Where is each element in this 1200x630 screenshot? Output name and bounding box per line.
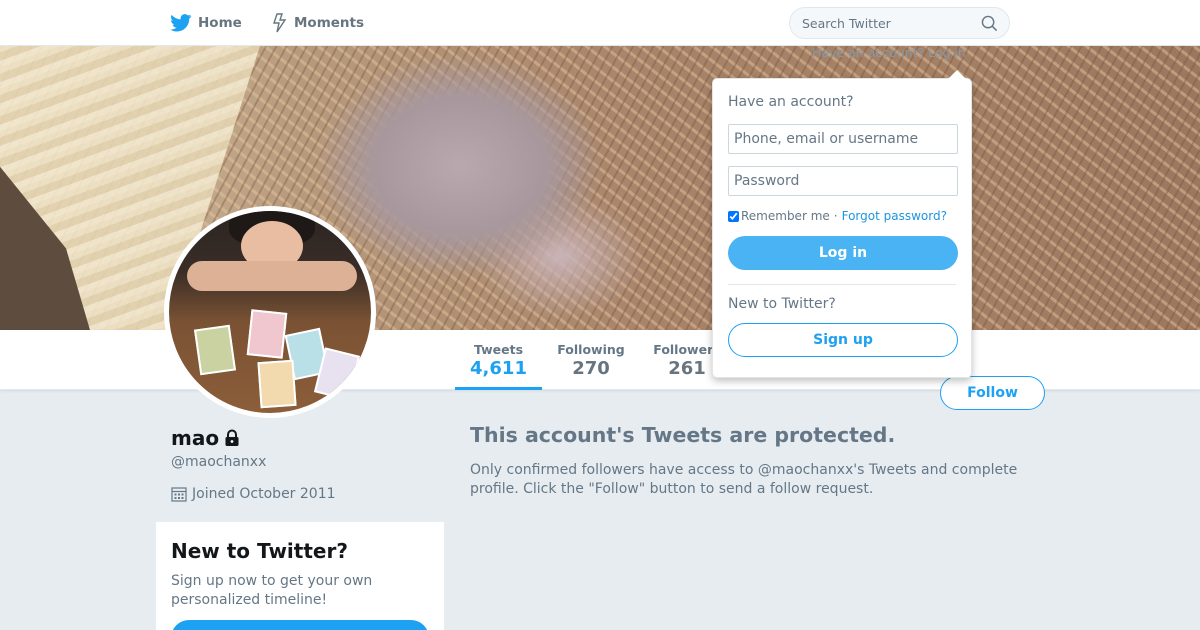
calendar-icon [171,487,187,502]
username-field[interactable] [728,124,958,154]
search-box [789,7,1010,39]
login-hint-text[interactable]: Have an account? Log in [812,45,966,60]
dropdown-caret [948,70,966,79]
protected-body: Only confirmed followers have access to … [470,462,1018,497]
signup-card-button[interactable] [171,620,429,630]
avatar[interactable] [164,206,376,418]
lightning-icon [273,13,287,33]
search-icon[interactable] [981,15,998,32]
dropdown-divider [728,284,956,285]
remember-me-checkbox[interactable] [728,210,739,222]
avatar-photo-card [257,359,297,409]
protected-title: This account's Tweets are protected. [470,423,896,447]
stat-tweets[interactable]: Tweets 4,611 [455,330,542,390]
profile-joined: Joined October 2011 [171,486,336,502]
new-to-twitter-label: New to Twitter? [728,296,836,312]
nav-home[interactable]: Home [170,0,242,46]
remember-separator: · [833,209,838,223]
remember-row: Remember me · Forgot password? [728,209,956,223]
login-heading: Have an account? [728,94,854,110]
avatar-arms-shape [187,261,357,291]
profile-joined-text: Joined October 2011 [192,486,336,502]
profile-name: mao [171,426,241,450]
profile-handle[interactable]: @maochanxx [171,454,266,470]
signup-card-body: Sign up now to get your own personalized… [171,573,373,608]
stat-tweets-label: Tweets [473,342,524,357]
signup-button[interactable]: Sign up [728,323,958,357]
nav-home-label: Home [198,15,242,31]
avatar-photo-card [193,324,237,376]
stat-tweets-value: 4,611 [470,358,527,379]
search-input[interactable] [802,8,977,38]
login-button[interactable]: Log in [728,236,958,270]
login-dropdown: Have an account? Remember me · Forgot pa… [712,70,972,378]
forgot-password-link[interactable]: Forgot password? [842,209,947,223]
stat-following[interactable]: Following 270 [550,330,632,390]
nav-moments-label: Moments [294,15,365,31]
bird-icon [170,14,192,32]
profile-name-text: mao [171,426,220,450]
follow-button[interactable]: Follow [940,376,1045,410]
top-navigation-bar: Home Moments [0,0,1200,46]
stat-following-label: Following [557,342,625,357]
remember-me-label[interactable]: Remember me [741,209,830,223]
avatar-photo-card [246,309,288,359]
signup-card-title: New to Twitter? [171,539,348,563]
nav-moments[interactable]: Moments [272,0,364,46]
password-field[interactable] [728,166,958,196]
lock-icon [225,429,239,446]
signup-card: New to Twitter? Sign up now to get your … [156,522,444,630]
stat-following-value: 270 [572,358,610,379]
